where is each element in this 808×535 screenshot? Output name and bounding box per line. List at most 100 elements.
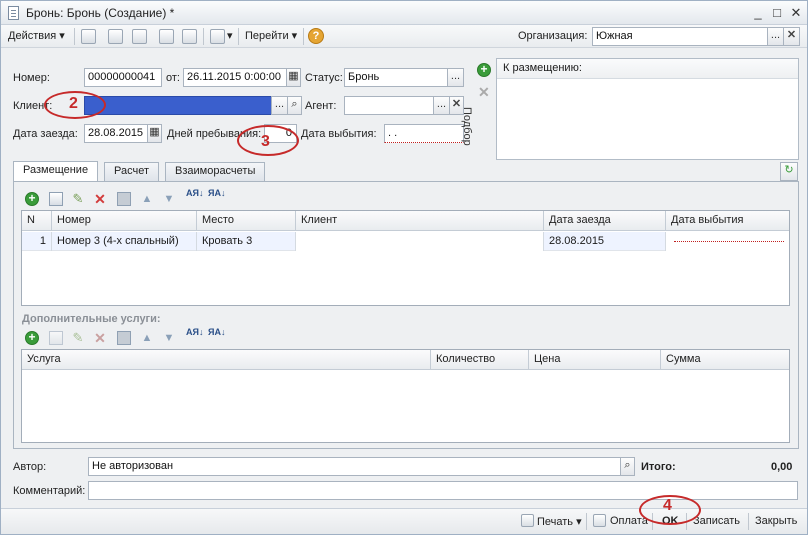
save-button[interactable]: Записать bbox=[693, 515, 740, 527]
row-arrival[interactable]: 28.08.2015 bbox=[544, 232, 666, 251]
calendar-icon[interactable]: ▦ bbox=[286, 68, 301, 87]
client-select-button[interactable]: ... bbox=[271, 96, 288, 115]
structure-icon[interactable] bbox=[182, 29, 197, 44]
actions-menu-label: Действия bbox=[8, 30, 57, 42]
print-forms-dropdown[interactable]: ▾ bbox=[227, 29, 233, 44]
row-place[interactable]: Кровать 3 bbox=[197, 232, 296, 251]
table-row[interactable]: 1 Номер 3 (4-х спальный) Кровать 3 28.08… bbox=[22, 232, 789, 251]
copy-service-icon[interactable] bbox=[49, 331, 63, 345]
arrival-date-field[interactable]: 28.08.2015 bbox=[84, 124, 148, 143]
payment-icon bbox=[593, 514, 606, 527]
column-room[interactable]: Номер bbox=[52, 211, 197, 231]
tab-settlements[interactable]: Взаиморасчеты bbox=[165, 162, 266, 181]
tab-calculation[interactable]: Расчет bbox=[104, 162, 159, 181]
form-icon[interactable] bbox=[108, 29, 123, 44]
author-label: Автор: bbox=[13, 461, 47, 473]
author-field[interactable]: Не авторизован bbox=[88, 457, 621, 476]
status-select-button[interactable]: ... bbox=[447, 68, 464, 87]
move-up-icon[interactable]: ▲ bbox=[140, 192, 154, 206]
footer-separator bbox=[748, 513, 749, 530]
close-form-button[interactable]: Закрыть bbox=[755, 515, 797, 527]
column-quantity[interactable]: Количество bbox=[431, 350, 529, 370]
remove-from-placement-icon[interactable]: ✕ bbox=[478, 84, 490, 101]
agent-field[interactable] bbox=[344, 96, 434, 115]
row-room[interactable]: Номер 3 (4-х спальный) bbox=[52, 232, 197, 251]
number-label: Номер: bbox=[13, 72, 50, 84]
copy-row-icon[interactable] bbox=[49, 192, 63, 206]
document-window: Бронь: Бронь (Создание) * _ □ ✕ Действия… bbox=[0, 0, 808, 535]
add-row-icon[interactable]: + bbox=[25, 192, 39, 206]
add-service-icon[interactable]: + bbox=[25, 331, 39, 345]
comment-label: Комментарий: bbox=[13, 485, 86, 497]
end-edit-icon[interactable] bbox=[117, 192, 131, 206]
print-forms-icon[interactable] bbox=[210, 29, 225, 44]
delete-service-icon[interactable]: ✕ bbox=[93, 331, 107, 345]
services-label: Дополнительные услуги: bbox=[22, 313, 161, 325]
goto-menu[interactable]: Перейти ▾ bbox=[245, 29, 297, 44]
column-departure[interactable]: Дата выбытия bbox=[666, 211, 789, 231]
print-button-label: Печать bbox=[537, 516, 574, 528]
number-field[interactable]: 00000000041 bbox=[84, 68, 162, 87]
rooms-table: N Номер Место Клиент Дата заезда Дата вы… bbox=[21, 210, 790, 306]
minimize-button[interactable]: _ bbox=[750, 5, 766, 21]
client-field[interactable] bbox=[84, 96, 272, 115]
delete-row-icon[interactable]: ✕ bbox=[93, 192, 107, 206]
move-service-up-icon[interactable]: ▲ bbox=[140, 331, 154, 345]
comment-field[interactable] bbox=[88, 481, 798, 500]
toolbar-separator bbox=[238, 28, 239, 45]
column-client[interactable]: Клиент bbox=[296, 211, 544, 231]
row-client[interactable] bbox=[296, 232, 544, 251]
status-field[interactable]: Бронь bbox=[344, 68, 448, 87]
post-document-icon[interactable] bbox=[81, 29, 96, 44]
help-icon[interactable]: ? bbox=[308, 28, 324, 44]
sort-ascending-icon[interactable]: AЯ↓ bbox=[186, 189, 203, 204]
goto-menu-label: Перейти bbox=[245, 30, 289, 42]
sort-descending-icon[interactable]: ЯA↓ bbox=[208, 189, 225, 204]
selection-side-label[interactable]: Подбор bbox=[461, 107, 473, 146]
services-table-header: Услуга Количество Цена Сумма bbox=[22, 350, 789, 370]
document-icon bbox=[8, 6, 19, 20]
column-price[interactable]: Цена bbox=[529, 350, 661, 370]
maximize-button[interactable]: □ bbox=[769, 5, 785, 21]
enter-based-icon[interactable] bbox=[159, 29, 174, 44]
refresh-document-icon[interactable] bbox=[132, 29, 147, 44]
annotation-number-3: 3 bbox=[261, 133, 270, 150]
close-button[interactable]: ✕ bbox=[788, 5, 804, 21]
organization-field[interactable]: Южная bbox=[592, 27, 768, 46]
organization-clear-icon[interactable]: ✕ bbox=[783, 27, 800, 46]
organization-label: Организация: bbox=[518, 30, 588, 42]
refresh-icon[interactable]: ↻ bbox=[780, 162, 798, 181]
agent-select-button[interactable]: ... bbox=[433, 96, 450, 115]
window-title: Бронь: Бронь (Создание) * bbox=[26, 6, 175, 20]
departure-date-field[interactable]: . . bbox=[384, 124, 464, 143]
services-table: Услуга Количество Цена Сумма bbox=[21, 349, 790, 443]
print-button[interactable]: Печать ▾ bbox=[537, 515, 582, 528]
move-down-icon[interactable]: ▼ bbox=[162, 192, 176, 206]
column-place[interactable]: Место bbox=[197, 211, 296, 231]
rooms-table-header: N Номер Место Клиент Дата заезда Дата вы… bbox=[22, 211, 789, 231]
edit-service-icon[interactable]: ✎ bbox=[71, 331, 85, 345]
arrival-date-label: Дата заезда: bbox=[13, 128, 78, 140]
move-service-down-icon[interactable]: ▼ bbox=[162, 331, 176, 345]
annotation-number-2: 2 bbox=[69, 95, 78, 112]
author-search-icon[interactable]: ⌕ bbox=[620, 457, 635, 476]
document-date-field[interactable]: 26.11.2015 0:00:00 bbox=[183, 68, 287, 87]
toolbar-separator bbox=[203, 28, 204, 45]
tab-placement[interactable]: Размещение bbox=[13, 161, 99, 182]
column-n[interactable]: N bbox=[22, 211, 52, 231]
client-search-icon[interactable]: ⌕ bbox=[287, 96, 302, 115]
column-service[interactable]: Услуга bbox=[22, 350, 431, 370]
actions-menu[interactable]: Действия ▾ bbox=[8, 29, 65, 44]
column-arrival[interactable]: Дата заезда bbox=[544, 211, 666, 231]
edit-row-icon[interactable]: ✎ bbox=[71, 192, 85, 206]
add-to-placement-icon[interactable]: + bbox=[477, 63, 491, 77]
organization-select-button[interactable]: ... bbox=[767, 27, 784, 46]
column-sum[interactable]: Сумма bbox=[661, 350, 789, 370]
toolbar-separator bbox=[74, 28, 75, 45]
status-label: Статус: bbox=[305, 72, 343, 84]
row-number: 1 bbox=[22, 232, 52, 251]
sort-services-ascending-icon[interactable]: AЯ↓ bbox=[186, 328, 203, 343]
arrival-calendar-icon[interactable]: ▦ bbox=[147, 124, 162, 143]
sort-services-descending-icon[interactable]: ЯA↓ bbox=[208, 328, 225, 343]
end-edit-service-icon[interactable] bbox=[117, 331, 131, 345]
